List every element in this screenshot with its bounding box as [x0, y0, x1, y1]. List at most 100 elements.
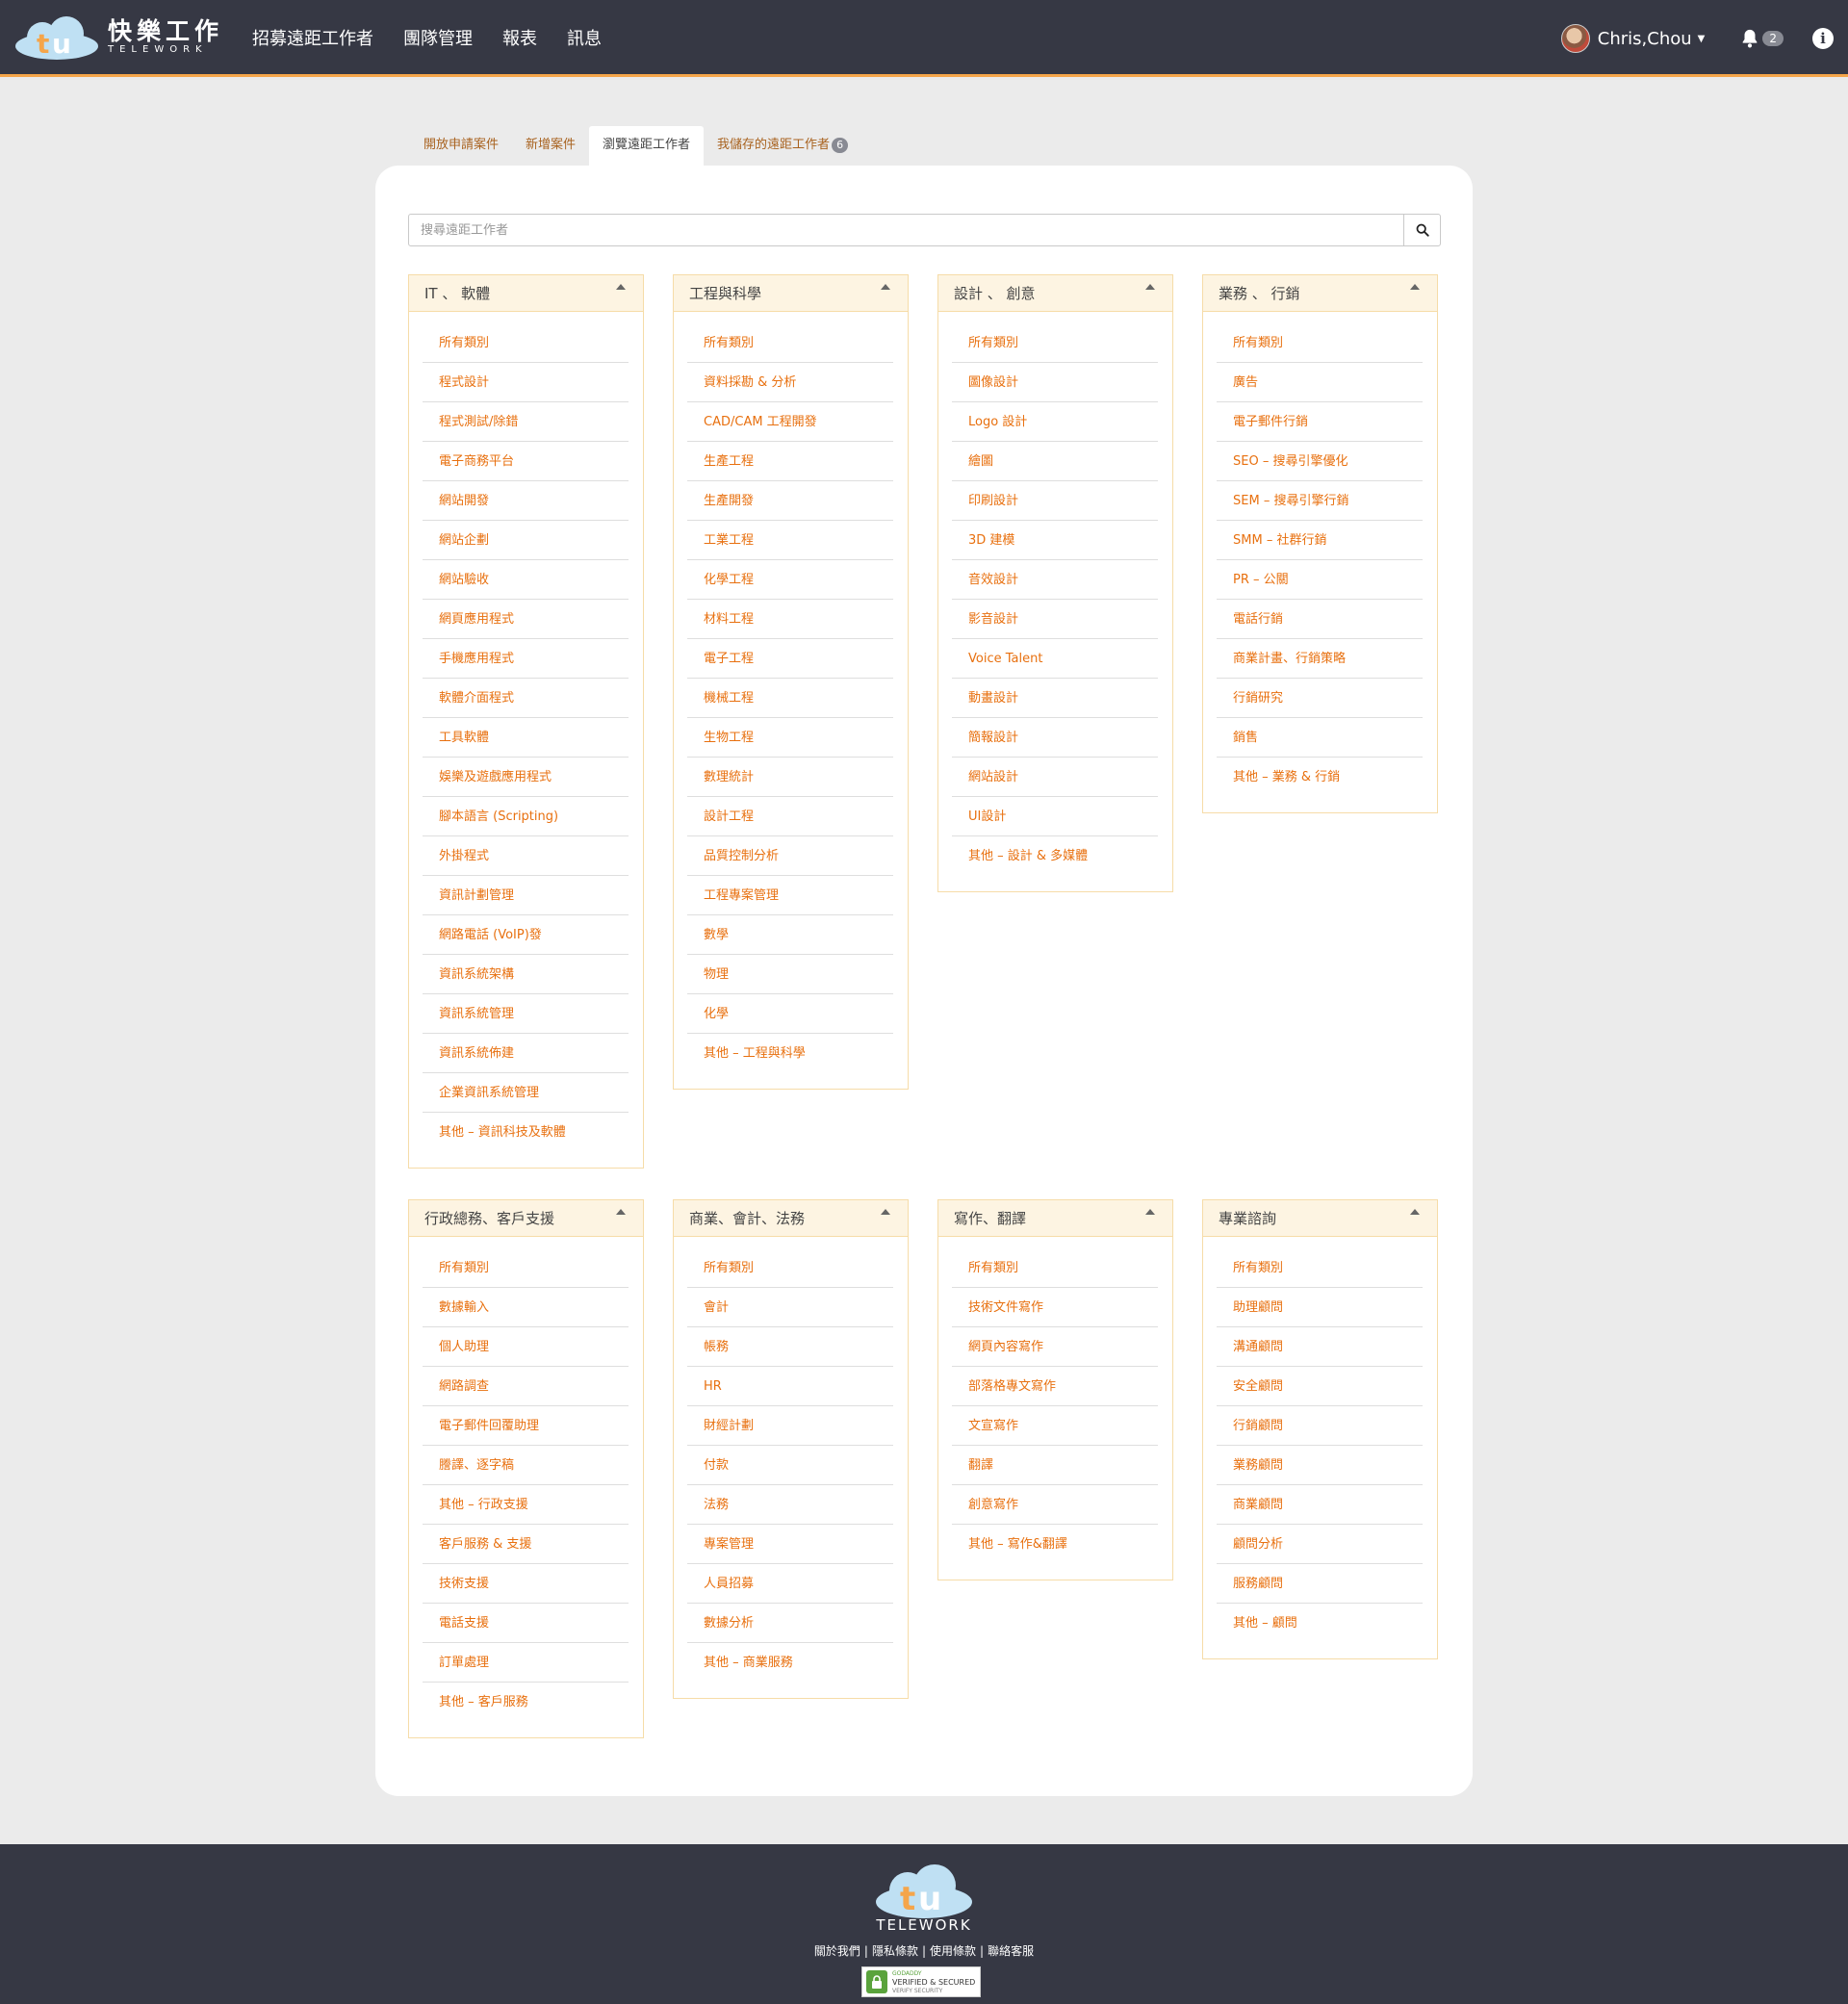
category-link[interactable]: 技術支援 [423, 1564, 629, 1604]
category-link[interactable]: 所有類別 [423, 323, 629, 363]
category-link[interactable]: 圖像設計 [952, 363, 1158, 402]
category-link[interactable]: 其他 – 行政支援 [423, 1485, 629, 1525]
category-link[interactable]: 簡報設計 [952, 718, 1158, 758]
category-link[interactable]: 網站設計 [952, 758, 1158, 797]
category-link[interactable]: 品質控制分析 [687, 836, 893, 876]
footer-link-terms[interactable]: 使用條款 [930, 1944, 976, 1958]
category-panel-header[interactable]: 商業、會計、法務 [674, 1200, 908, 1237]
category-link[interactable]: 繪圖 [952, 442, 1158, 481]
category-link[interactable]: 網路電話 (VoIP)發 [423, 915, 629, 955]
category-link[interactable]: 網站驗收 [423, 560, 629, 600]
category-link[interactable]: 軟體介面程式 [423, 679, 629, 718]
category-link[interactable]: PR – 公關 [1217, 560, 1423, 600]
category-link[interactable]: 電話行銷 [1217, 600, 1423, 639]
category-link[interactable]: 行銷顧問 [1217, 1406, 1423, 1446]
category-link[interactable]: Voice Talent [952, 639, 1158, 679]
search-button[interactable] [1403, 215, 1440, 245]
category-link[interactable]: 商業計畫、行銷策略 [1217, 639, 1423, 679]
category-link[interactable]: 電子工程 [687, 639, 893, 679]
category-link[interactable]: 其他 – 設計 & 多媒體 [952, 836, 1158, 876]
category-link[interactable]: 所有類別 [952, 323, 1158, 363]
category-link[interactable]: SMM – 社群行銷 [1217, 521, 1423, 560]
category-link[interactable]: 謄譯、逐字稿 [423, 1446, 629, 1485]
nav-reports[interactable]: 報表 [502, 25, 537, 50]
category-link[interactable]: 所有類別 [687, 323, 893, 363]
category-link[interactable]: SEM – 搜尋引擎行銷 [1217, 481, 1423, 521]
info-icon[interactable]: i [1812, 28, 1834, 49]
category-link[interactable]: 文宣寫作 [952, 1406, 1158, 1446]
category-link[interactable]: 網站開發 [423, 481, 629, 521]
category-link[interactable]: 電子郵件回覆助理 [423, 1406, 629, 1446]
tab-saved-workers[interactable]: 我儲存的遠距工作者 6 [704, 126, 861, 166]
category-link[interactable]: 程式設計 [423, 363, 629, 402]
nav-recruit[interactable]: 招募遠距工作者 [252, 25, 373, 50]
tab-new-case[interactable]: 新增案件 [512, 126, 589, 166]
category-link[interactable]: 腳本語言 (Scripting) [423, 797, 629, 836]
category-link[interactable]: 生物工程 [687, 718, 893, 758]
category-link[interactable]: 生產開發 [687, 481, 893, 521]
category-link[interactable]: 安全顧問 [1217, 1367, 1423, 1406]
category-link[interactable]: SEO – 搜尋引擎優化 [1217, 442, 1423, 481]
collapse-caret-icon[interactable] [616, 284, 626, 290]
category-link[interactable]: 顧問分析 [1217, 1525, 1423, 1564]
nav-team[interactable]: 團隊管理 [403, 25, 473, 50]
category-link[interactable]: 3D 建模 [952, 521, 1158, 560]
category-link[interactable]: 網頁內容寫作 [952, 1327, 1158, 1367]
category-link[interactable]: Logo 設計 [952, 402, 1158, 442]
category-link[interactable]: 其他 – 商業服務 [687, 1643, 893, 1683]
category-link[interactable]: 商業顧問 [1217, 1485, 1423, 1525]
category-panel-header[interactable]: 專業諮詢 [1203, 1200, 1437, 1237]
category-link[interactable]: 工業工程 [687, 521, 893, 560]
category-link[interactable]: 設計工程 [687, 797, 893, 836]
category-link[interactable]: 溝通顧問 [1217, 1327, 1423, 1367]
category-link[interactable]: 網路調查 [423, 1367, 629, 1406]
category-link[interactable]: 助理顧問 [1217, 1288, 1423, 1327]
category-link[interactable]: 資訊計劃管理 [423, 876, 629, 915]
category-link[interactable]: 電子商務平台 [423, 442, 629, 481]
category-link[interactable]: 材料工程 [687, 600, 893, 639]
category-link[interactable]: 電話支援 [423, 1604, 629, 1643]
footer-link-privacy[interactable]: 隱私條款 [872, 1944, 918, 1958]
category-link[interactable]: 客戶服務 & 支援 [423, 1525, 629, 1564]
category-link[interactable]: 數學 [687, 915, 893, 955]
category-link[interactable]: 其他 – 寫作&翻譯 [952, 1525, 1158, 1564]
collapse-caret-icon[interactable] [1145, 284, 1155, 290]
category-link[interactable]: 帳務 [687, 1327, 893, 1367]
category-link[interactable]: 數理統計 [687, 758, 893, 797]
category-panel-header[interactable]: 工程與科學 [674, 275, 908, 312]
category-link[interactable]: 法務 [687, 1485, 893, 1525]
user-menu[interactable]: Chris,Chou ▼ [1560, 24, 1705, 53]
collapse-caret-icon[interactable] [1410, 1209, 1420, 1215]
category-link[interactable]: 所有類別 [423, 1248, 629, 1288]
category-link[interactable]: 其他 – 顧問 [1217, 1604, 1423, 1643]
category-link[interactable]: 行銷研究 [1217, 679, 1423, 718]
category-link[interactable]: 程式測試/除錯 [423, 402, 629, 442]
category-link[interactable]: 人員招募 [687, 1564, 893, 1604]
category-link[interactable]: 工程專案管理 [687, 876, 893, 915]
tab-browse-workers[interactable]: 瀏覽遠距工作者 [589, 126, 705, 166]
collapse-caret-icon[interactable] [1145, 1209, 1155, 1215]
category-link[interactable]: 業務顧問 [1217, 1446, 1423, 1485]
category-link[interactable]: 財經計劃 [687, 1406, 893, 1446]
category-link[interactable]: 音效設計 [952, 560, 1158, 600]
category-link[interactable]: 部落格專文寫作 [952, 1367, 1158, 1406]
category-link[interactable]: 化學工程 [687, 560, 893, 600]
footer-link-contact[interactable]: 聯絡客服 [988, 1944, 1034, 1958]
category-link[interactable]: 機械工程 [687, 679, 893, 718]
category-link[interactable]: 銷售 [1217, 718, 1423, 758]
category-link[interactable]: 工具軟體 [423, 718, 629, 758]
category-link[interactable]: 個人助理 [423, 1327, 629, 1367]
brand-logo[interactable]: t u 快樂工作 TELEWORK [13, 0, 223, 76]
category-link[interactable]: 廣告 [1217, 363, 1423, 402]
category-link[interactable]: CAD/CAM 工程開發 [687, 402, 893, 442]
category-link[interactable]: 翻譯 [952, 1446, 1158, 1485]
category-link[interactable]: 所有類別 [1217, 1248, 1423, 1288]
footer-link-about[interactable]: 關於我們 [814, 1944, 860, 1958]
category-link[interactable]: 會計 [687, 1288, 893, 1327]
category-link[interactable]: 動畫設計 [952, 679, 1158, 718]
category-link[interactable]: 生產工程 [687, 442, 893, 481]
category-link[interactable]: 創意寫作 [952, 1485, 1158, 1525]
category-link[interactable]: 資訊系統佈建 [423, 1034, 629, 1073]
category-panel-header[interactable]: IT 、 軟體 [409, 275, 643, 312]
category-link[interactable]: 所有類別 [952, 1248, 1158, 1288]
